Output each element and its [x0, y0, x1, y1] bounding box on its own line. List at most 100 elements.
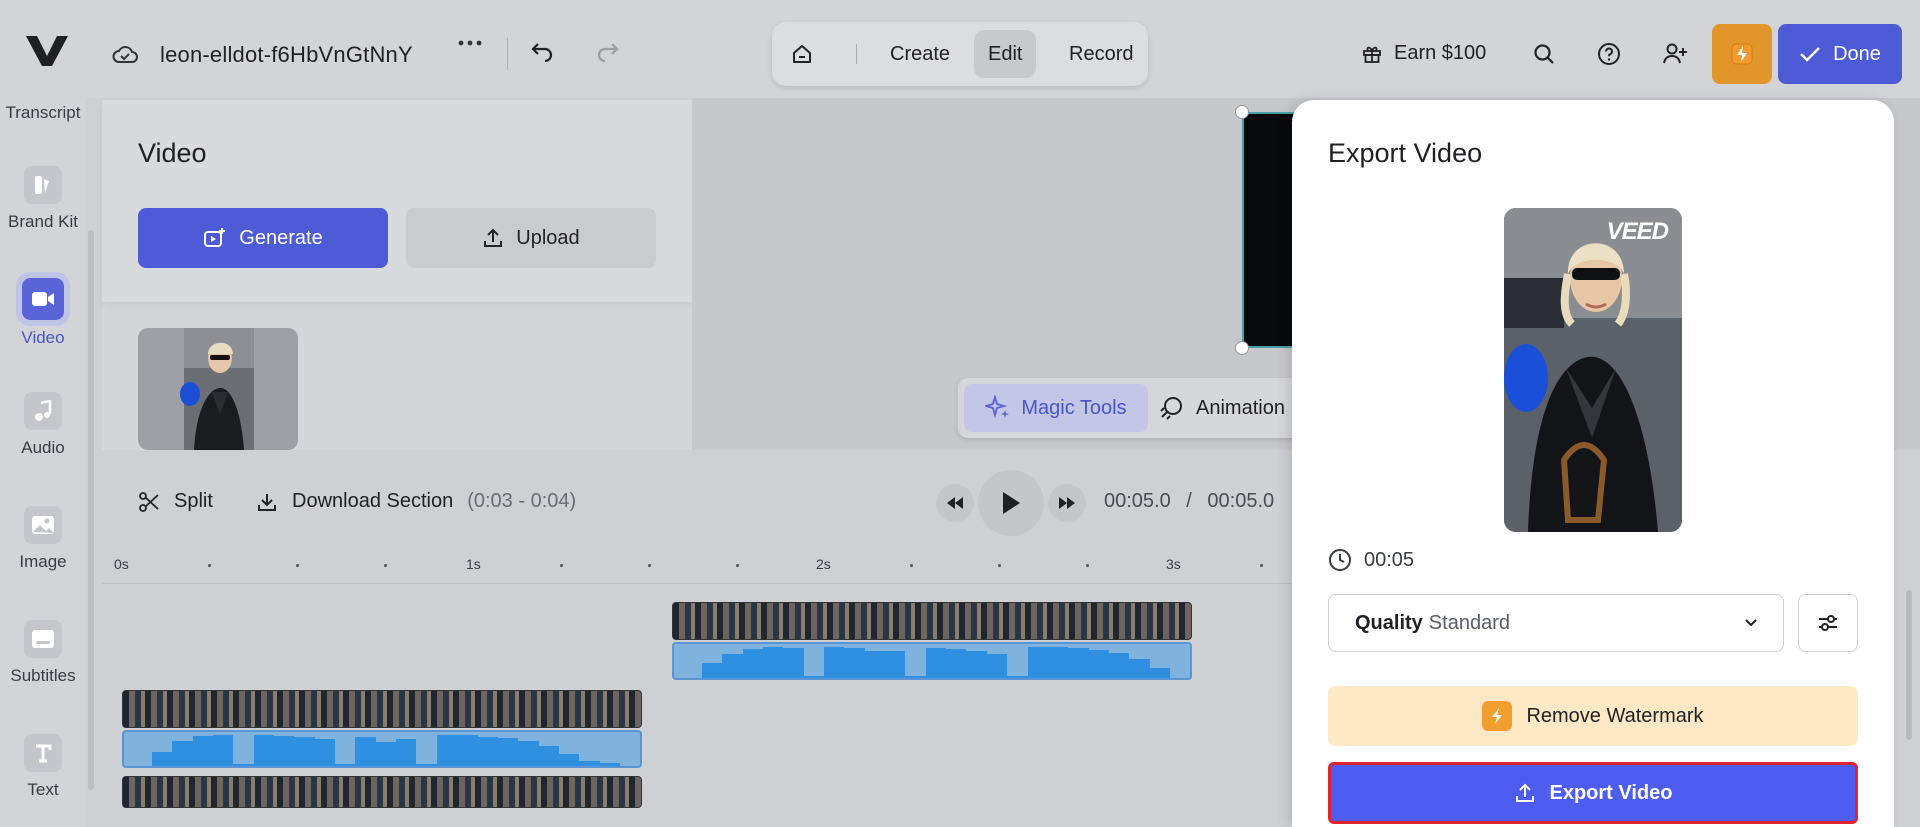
audio-waveform	[122, 730, 642, 768]
more-options-icon[interactable]	[458, 40, 482, 46]
resize-handle[interactable]	[1235, 105, 1249, 119]
generate-video-icon	[203, 227, 227, 249]
sidebar-item-label: Brand Kit	[8, 212, 78, 231]
done-label: Done	[1833, 42, 1881, 65]
earn-label: Earn $100	[1394, 42, 1487, 64]
upload-button[interactable]: Upload	[406, 208, 656, 268]
audio-waveform	[672, 642, 1192, 680]
tab-record[interactable]: Record	[1055, 30, 1147, 78]
chevron-down-icon	[1743, 615, 1759, 631]
sidebar-item-brand-kit[interactable]: Brand Kit	[0, 166, 86, 232]
timeline-clip[interactable]	[122, 690, 642, 768]
ruler-dot	[1086, 564, 1089, 567]
ruler-dot	[910, 564, 913, 567]
sidebar-item-text[interactable]: Text	[0, 734, 86, 800]
playback-time: 00:05.0 / 00:05.0	[1104, 490, 1274, 513]
sidebar-item-audio[interactable]: Audio	[0, 392, 86, 458]
sidebar-item-image[interactable]: Image	[0, 506, 86, 572]
panel-scrollbar[interactable]	[1906, 590, 1912, 740]
magic-tools-label: Magic Tools	[1021, 396, 1127, 419]
sidebar-item-label: Image	[19, 552, 67, 571]
gift-icon	[1362, 44, 1382, 64]
play-button[interactable]	[978, 470, 1044, 536]
upgrade-button[interactable]	[1712, 24, 1772, 84]
download-section-button[interactable]: Download Section (0:03 - 0:04)	[256, 490, 576, 513]
quality-select[interactable]: Quality Standard	[1328, 594, 1784, 652]
sidebar-item-label: Text	[27, 780, 59, 799]
veed-logo-icon[interactable]	[26, 36, 68, 66]
timeline-clip[interactable]	[672, 602, 1192, 680]
ruler-tick: 1s	[466, 556, 481, 572]
download-section-label: Download Section	[292, 490, 454, 512]
media-panel-title: Video	[138, 138, 207, 168]
resize-handle[interactable]	[1235, 341, 1249, 355]
earn-button[interactable]: Earn $100	[1362, 42, 1486, 65]
undo-icon[interactable]	[530, 42, 554, 62]
sidebar-item-label: Subtitles	[10, 666, 76, 685]
sidebar-item-transcript[interactable]: Transcript	[0, 103, 86, 123]
export-video-label: Export Video	[1549, 781, 1673, 804]
search-icon[interactable]	[1532, 42, 1556, 66]
subtitles-icon	[24, 620, 62, 658]
remove-watermark-button[interactable]: Remove Watermark	[1328, 686, 1858, 746]
time-separator: /	[1186, 490, 1192, 512]
section-range: (0:03 - 0:04)	[467, 490, 577, 512]
top-bar: leon-elldot-f6HbVnGtNnY Create Edit Reco…	[0, 0, 1920, 98]
export-settings-button[interactable]	[1798, 594, 1858, 652]
sidebar-item-video[interactable]: Video	[0, 272, 86, 348]
lightning-icon	[1482, 701, 1513, 731]
export-preview: VEED	[1504, 208, 1682, 532]
generate-button[interactable]: Generate	[138, 208, 388, 268]
sliders-icon	[1817, 613, 1839, 633]
fast-forward-icon	[1058, 496, 1076, 510]
ruler-dot	[736, 564, 739, 567]
fast-forward-button[interactable]	[1048, 484, 1086, 522]
lightning-icon	[1731, 43, 1753, 65]
quality-label: Quality	[1355, 611, 1423, 634]
ruler-tick: 0s	[114, 556, 129, 572]
export-duration: 00:05	[1328, 548, 1414, 572]
ruler-dot	[648, 564, 651, 567]
done-button[interactable]: Done	[1778, 24, 1902, 84]
tab-edit[interactable]: Edit	[974, 30, 1037, 78]
media-thumbnail[interactable]	[138, 328, 298, 450]
ruler-dot	[208, 564, 211, 567]
export-panel: Export Video VEED 00:05 Quality Standard	[1292, 100, 1894, 827]
timeline-ruler[interactable]: 0s 1s 2s 3s	[102, 550, 1302, 584]
ruler-dot	[998, 564, 1001, 567]
animation-label: Animation	[1196, 396, 1285, 419]
video-track-strip	[672, 602, 1192, 640]
project-title[interactable]: leon-elldot-f6HbVnGtNnY	[160, 42, 413, 68]
rewind-button[interactable]	[936, 484, 974, 522]
remove-watermark-label: Remove Watermark	[1526, 704, 1704, 727]
media-panel: Video Generate Upload	[102, 100, 692, 450]
sidebar-item-subtitles[interactable]: Subtitles	[0, 620, 86, 686]
timeline-clip[interactable]	[122, 776, 642, 808]
duration-value: 00:05	[1364, 548, 1415, 571]
redo-icon[interactable]	[596, 42, 620, 62]
animation-button[interactable]: Animation	[1158, 384, 1285, 432]
ruler-dot	[296, 564, 299, 567]
generate-label: Generate	[239, 226, 323, 249]
scissors-icon	[138, 491, 160, 513]
export-panel-title: Export Video	[1328, 138, 1483, 168]
tab-create[interactable]: Create	[876, 30, 964, 78]
total-time: 00:05.0	[1207, 490, 1275, 512]
sidebar-item-label: Transcript	[5, 103, 81, 122]
brand-kit-icon	[24, 166, 62, 204]
magic-tools-button[interactable]: Magic Tools	[964, 384, 1148, 432]
help-icon[interactable]	[1597, 42, 1621, 66]
add-user-icon[interactable]	[1662, 42, 1688, 66]
sidebar-scrollbar[interactable]	[88, 230, 94, 790]
sidebar-item-label: Video	[21, 328, 65, 347]
text-icon	[24, 734, 62, 772]
split-button[interactable]: Split	[138, 490, 213, 513]
export-video-button[interactable]: Export Video	[1328, 762, 1858, 824]
sparkles-icon	[985, 395, 1011, 421]
quality-value: Standard	[1428, 611, 1510, 634]
animation-icon	[1158, 395, 1184, 421]
image-icon	[24, 506, 62, 544]
divider	[507, 38, 508, 70]
mode-switcher: Create Edit Record	[772, 22, 1148, 86]
home-icon[interactable]	[790, 42, 814, 66]
